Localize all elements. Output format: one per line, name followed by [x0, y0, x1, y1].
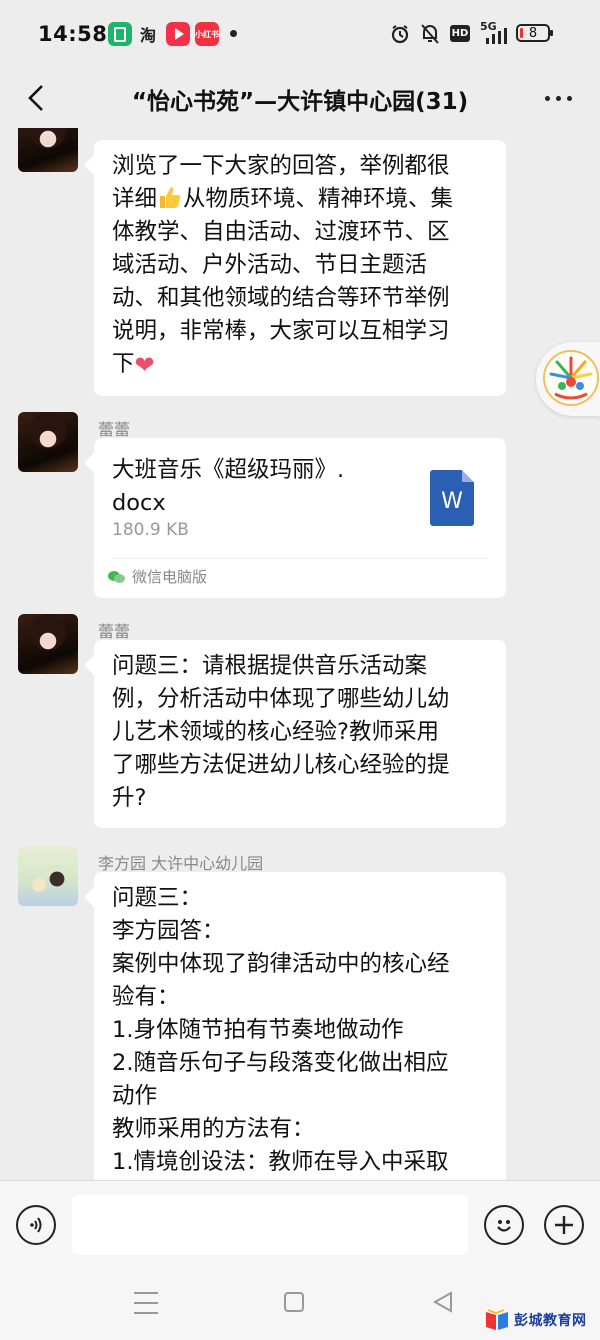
- emoji-button[interactable]: [484, 1205, 524, 1245]
- green-square-icon: [108, 22, 132, 46]
- message-line: 域活动、户外活动、节日主题活: [112, 252, 428, 278]
- sender-name: 蕾蕾: [98, 420, 131, 439]
- plus-icon: [555, 1216, 573, 1234]
- menu-line: [134, 1302, 158, 1304]
- home-button[interactable]: [284, 1292, 304, 1312]
- message-line: 动作: [112, 1083, 158, 1109]
- message-list[interactable]: 浏览了一下大家的回答，举例都很 详细 从物质环境、精神环境、集 体教学、自由活动、…: [0, 128, 600, 1180]
- message-line: 体教学、自由活动、过渡环节、区: [112, 219, 450, 245]
- mute-bell-icon: [421, 24, 439, 44]
- file-size: 180.9 KB: [112, 520, 189, 540]
- menu-line: [134, 1292, 158, 1294]
- input-bar: [0, 1180, 600, 1274]
- page-title: “怡心书苑”—大许镇中心园(31): [131, 89, 469, 115]
- watermark-text: 彭城教育网: [514, 1313, 587, 1329]
- message-input[interactable]: [72, 1195, 468, 1255]
- message-line: 下: [112, 351, 135, 377]
- file-name-line: 大班音乐《超级玛丽》.: [112, 457, 345, 483]
- alarm-icon: [391, 25, 409, 44]
- battery-level: 8: [528, 25, 538, 41]
- message-line: 案例中体现了韵律活动中的核心经: [112, 951, 450, 977]
- message-bubble[interactable]: 浏览了一下大家的回答，举例都很 详细 从物质环境、精神环境、集 体教学、自由活动、…: [94, 140, 506, 396]
- file-name-line: docx: [112, 490, 166, 516]
- sender-name: 李方园 大许中心幼儿园: [98, 854, 264, 873]
- more-options-button[interactable]: [538, 80, 578, 116]
- avatar[interactable]: [18, 846, 78, 906]
- more-dot: [555, 95, 561, 101]
- watermark: 彭城教育网: [484, 1308, 587, 1332]
- avatar[interactable]: [18, 412, 78, 472]
- message-line: 例，分析活动中体现了哪些幼儿幼: [112, 686, 450, 712]
- voice-icon: [30, 1217, 42, 1233]
- more-dot: [566, 95, 572, 101]
- file-message[interactable]: 大班音乐《超级玛丽》. docx 180.9 KB W 微信电脑版: [94, 438, 506, 598]
- back-button[interactable]: [18, 80, 54, 116]
- message-line: 从物质环境、精神环境、集: [183, 186, 454, 212]
- word-letter: W: [441, 488, 463, 514]
- more-dot: [544, 95, 550, 101]
- battery-icon: 8: [516, 24, 553, 42]
- message-bubble[interactable]: 问题三： 李方园答： 案例中体现了韵律活动中的核心经 验有： 1.身体随节拍有节…: [94, 872, 506, 1180]
- avatar[interactable]: [18, 614, 78, 674]
- file-name: 大班音乐《超级玛丽》. docx: [112, 454, 382, 520]
- chevron-left-icon: [28, 85, 43, 111]
- message-line: 2.随音乐句子与段落变化做出相应: [112, 1050, 449, 1076]
- message-line: 1.身体随节拍有节奏地做动作: [112, 1017, 404, 1043]
- thumbs-up-icon: [157, 184, 183, 210]
- divider: [112, 558, 488, 559]
- school-logo-icon: [543, 350, 599, 406]
- book-logo-icon: [486, 1309, 508, 1330]
- xiaohongshu-icon: 小红书: [195, 22, 219, 46]
- menu-line: [134, 1312, 158, 1314]
- recent-apps-button[interactable]: [134, 1292, 158, 1314]
- hd-badge: HD: [450, 25, 470, 42]
- back-triangle-icon[interactable]: [432, 1290, 454, 1314]
- voice-button[interactable]: [16, 1205, 56, 1245]
- message-line: 说明，非常棒，大家可以互相学习: [112, 318, 450, 344]
- message-line: 问题三：: [112, 885, 203, 911]
- status-bar: 14:58 淘 小红书 HD 5G 8: [0, 0, 600, 68]
- file-source-label: 微信电脑版: [132, 568, 208, 586]
- message-line: 问题三：请根据提供音乐活动案: [112, 653, 428, 679]
- avatar[interactable]: [18, 128, 78, 172]
- word-document-icon: W: [430, 470, 474, 526]
- message-line: 动、和其他领域的结合等环节举例: [112, 285, 450, 311]
- message-line: 了哪些方法促进幼儿核心经验的提: [112, 752, 450, 778]
- heart-icon: ❤: [134, 351, 155, 379]
- message-line: 浏览了一下大家的回答，举例都很: [112, 153, 450, 179]
- taobao-icon: 淘: [139, 26, 156, 45]
- notification-dot: [230, 30, 237, 37]
- clock: 14:58: [38, 22, 108, 46]
- smiley-icon: [497, 1220, 511, 1232]
- wechat-icon: [108, 570, 126, 584]
- message-bubble[interactable]: 问题三：请根据提供音乐活动案 例，分析活动中体现了哪些幼儿幼 儿艺术领域的核心经…: [94, 640, 506, 828]
- file-source: 微信电脑版: [108, 566, 207, 587]
- message-line: 教师采用的方法有：: [112, 1116, 315, 1142]
- message-line: 李方园答：: [112, 918, 225, 944]
- sender-name: 蕾蕾: [98, 622, 131, 641]
- signal-icon: [486, 28, 507, 44]
- message-line: 验有：: [112, 984, 180, 1010]
- message-line: 1.情境创设法：教师在导入中采取: [112, 1149, 449, 1175]
- message-line: 详细: [112, 186, 158, 212]
- video-play-icon: [166, 22, 190, 46]
- message-line: 升?: [112, 785, 147, 811]
- message-line: 儿艺术领域的核心经验?教师采用: [112, 719, 439, 745]
- floating-badge[interactable]: [536, 342, 600, 416]
- add-button[interactable]: [544, 1205, 584, 1245]
- chat-header: “怡心书苑”—大许镇中心园(31): [0, 68, 600, 128]
